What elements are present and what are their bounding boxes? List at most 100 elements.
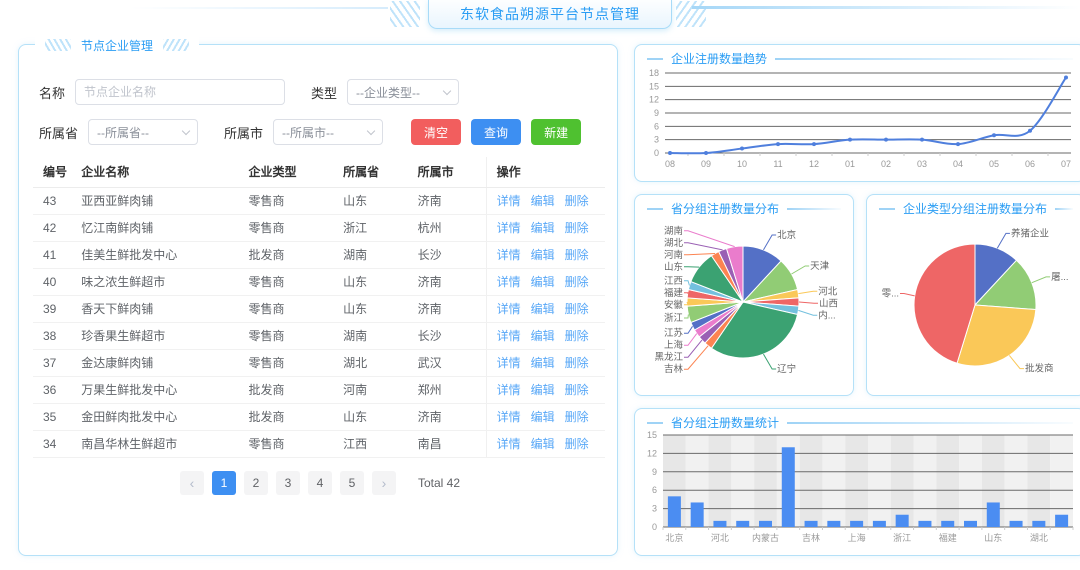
col-header-province: 所属省 [339,157,414,187]
delete-link[interactable]: 删除 [565,383,589,397]
clear-button[interactable]: 清空 [411,119,461,145]
page-button-2[interactable]: 2 [244,471,268,495]
svg-text:江苏: 江苏 [664,327,684,339]
edit-link[interactable]: 编辑 [531,194,555,208]
svg-text:08: 08 [665,159,675,169]
type-label: 类型 [311,83,337,102]
search-button[interactable]: 查询 [471,119,521,145]
detail-link[interactable]: 详情 [497,248,521,262]
province-label: 所属省 [39,123,78,142]
chevron-down-icon [443,86,451,94]
cell-city: 长沙 [414,241,487,268]
svg-text:天津: 天津 [810,261,830,272]
cell-id: 43 [33,187,77,214]
city-value: --所属市-- [282,124,334,141]
prev-page-button[interactable]: ‹ [180,471,204,495]
title-line-icon [647,58,663,60]
delete-link[interactable]: 删除 [565,248,589,262]
cell-province: 江西 [339,430,414,457]
delete-link[interactable]: 删除 [565,275,589,289]
edit-link[interactable]: 编辑 [531,221,555,235]
chevron-down-icon [182,126,190,134]
delete-link[interactable]: 删除 [565,194,589,208]
svg-text:0: 0 [654,148,659,158]
detail-link[interactable]: 详情 [497,410,521,424]
svg-text:3: 3 [654,135,659,145]
province-bar-panel: 省分组注册数量统计 03691215北京河北内蒙古吉林上海浙江福建山东湖北 [634,408,1080,556]
cell-type: 零售商 [244,322,339,349]
edit-link[interactable]: 编辑 [531,329,555,343]
detail-link[interactable]: 详情 [497,275,521,289]
detail-link[interactable]: 详情 [497,437,521,451]
edit-link[interactable]: 编辑 [531,410,555,424]
edit-link[interactable]: 编辑 [531,302,555,316]
cell-name: 万果生鲜批发中心 [77,376,244,403]
next-page-button[interactable]: › [372,471,396,495]
city-select[interactable]: --所属市-- [273,119,383,145]
header-line-left [130,7,388,9]
svg-text:山东: 山东 [984,532,1002,543]
detail-link[interactable]: 详情 [497,383,521,397]
edit-link[interactable]: 编辑 [531,248,555,262]
cell-actions: 详情编辑删除 [486,295,605,322]
page-button-1[interactable]: 1 [212,471,236,495]
header-stripes-left [390,1,420,27]
table-row: 38珍香果生鲜超市零售商湖南长沙详情编辑删除 [33,322,605,349]
title-line-icon [787,422,1073,424]
edit-link[interactable]: 编辑 [531,275,555,289]
detail-link[interactable]: 详情 [497,194,521,208]
page-button-3[interactable]: 3 [276,471,300,495]
svg-text:02: 02 [881,159,891,169]
cell-type: 批发商 [244,376,339,403]
delete-link[interactable]: 删除 [565,410,589,424]
cell-id: 41 [33,241,77,268]
delete-link[interactable]: 删除 [565,221,589,235]
svg-text:04: 04 [953,159,963,169]
create-button[interactable]: 新建 [531,119,581,145]
type-pie-title: 企业类型分组注册数量分布 [903,200,1047,217]
svg-text:福建: 福建 [664,287,684,299]
edit-link[interactable]: 编辑 [531,356,555,370]
svg-text:吉林: 吉林 [802,532,820,543]
province-value: --所属省-- [97,124,149,141]
page-button-4[interactable]: 4 [308,471,332,495]
province-pie-header: 省分组注册数量分布 [635,195,853,215]
delete-link[interactable]: 删除 [565,437,589,451]
cell-type: 零售商 [244,295,339,322]
detail-link[interactable]: 详情 [497,356,521,370]
cell-actions: 详情编辑删除 [486,241,605,268]
province-select[interactable]: --所属省-- [88,119,198,145]
cell-name: 忆江南鲜肉铺 [77,214,244,241]
cell-city: 济南 [414,187,487,214]
delete-link[interactable]: 删除 [565,356,589,370]
cell-id: 40 [33,268,77,295]
cell-city: 长沙 [414,322,487,349]
edit-link[interactable]: 编辑 [531,383,555,397]
table-row: 41佳美生鲜批发中心批发商湖南长沙详情编辑删除 [33,241,605,268]
page-button-5[interactable]: 5 [340,471,364,495]
province-bar-header: 省分组注册数量统计 [635,409,1080,429]
cell-name: 佳美生鲜批发中心 [77,241,244,268]
svg-text:北京: 北京 [777,229,796,241]
svg-text:6: 6 [652,485,657,495]
enterprise-type-select[interactable]: --企业类型-- [347,79,459,105]
search-form-row-2: 所属省 --所属省-- 所属市 --所属市-- 清空 查询 新建 [39,119,617,145]
svg-text:18: 18 [649,68,659,78]
cell-id: 38 [33,322,77,349]
delete-link[interactable]: 删除 [565,302,589,316]
detail-link[interactable]: 详情 [497,221,521,235]
cell-city: 杭州 [414,214,487,241]
detail-link[interactable]: 详情 [497,329,521,343]
trend-chart-title: 企业注册数量趋势 [671,50,767,67]
edit-link[interactable]: 编辑 [531,437,555,451]
title-line-icon [775,58,1073,60]
enterprise-name-input[interactable] [75,79,285,105]
cell-name: 金田鲜肉批发中心 [77,403,244,430]
cell-province: 湖南 [339,241,414,268]
detail-link[interactable]: 详情 [497,302,521,316]
line-chart-svg: 0369121518080910111201020304050607 [635,65,1080,175]
svg-text:03: 03 [917,159,927,169]
cell-province: 湖南 [339,322,414,349]
delete-link[interactable]: 删除 [565,329,589,343]
svg-text:上海: 上海 [848,532,866,543]
